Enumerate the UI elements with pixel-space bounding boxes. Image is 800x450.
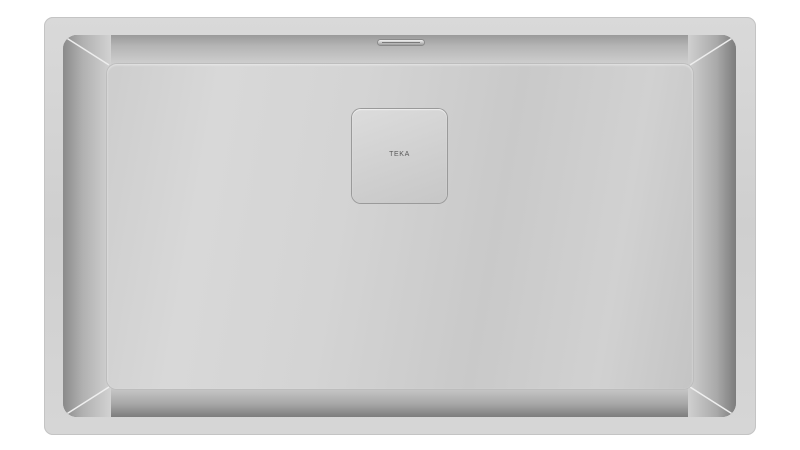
product-photo: TEKA <box>0 0 800 450</box>
drain-cover: TEKA <box>352 109 447 203</box>
overflow-slot <box>378 40 424 45</box>
brand-logo: TEKA <box>389 151 410 158</box>
